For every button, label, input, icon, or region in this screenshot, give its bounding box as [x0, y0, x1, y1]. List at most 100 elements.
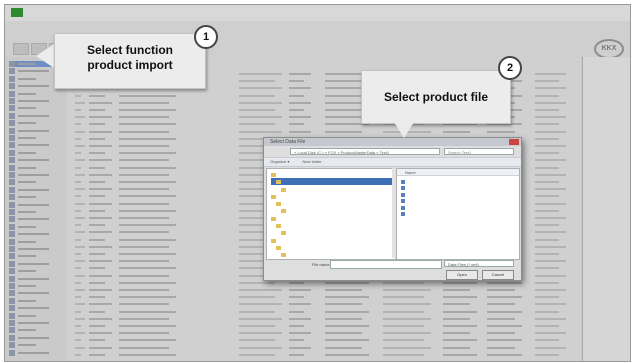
- function-tree-item[interactable]: [9, 305, 63, 312]
- folder-tree-item[interactable]: [271, 251, 401, 258]
- function-tree-item[interactable]: [9, 194, 63, 201]
- function-tree-item[interactable]: [9, 209, 63, 215]
- function-tree-item[interactable]: [9, 246, 63, 252]
- function-icon: [9, 283, 15, 289]
- table-row[interactable]: [67, 309, 581, 316]
- file-list-item[interactable]: [401, 179, 517, 185]
- folder-tree-item[interactable]: [271, 237, 391, 244]
- function-tree-item[interactable]: [9, 179, 63, 186]
- function-icon: [9, 238, 15, 245]
- file-type-select[interactable]: Data Files (*.xml): [444, 260, 514, 267]
- address-bar[interactable]: » Local Disk (C:) » FOX » ProductMasterD…: [290, 148, 440, 155]
- function-tree-item[interactable]: [9, 105, 63, 112]
- function-tree-item[interactable]: [9, 164, 63, 171]
- function-icon: [9, 83, 15, 90]
- function-tree-item[interactable]: [9, 275, 63, 282]
- folder-tree-item[interactable]: [271, 244, 396, 251]
- function-icon: [9, 194, 15, 201]
- function-tree-item[interactable]: [9, 201, 63, 208]
- function-tree-item[interactable]: [9, 327, 63, 334]
- folder-icon: [271, 216, 276, 221]
- table-row[interactable]: [67, 352, 581, 359]
- table-row[interactable]: [67, 129, 581, 136]
- folder-icon: [281, 209, 286, 214]
- function-tree-item[interactable]: [9, 98, 63, 104]
- folder-tree: [266, 168, 396, 260]
- search-input[interactable]: Search Test1: [444, 148, 514, 155]
- file-open-dialog: Select Data File » Local Disk (C:) » FOX…: [263, 137, 522, 281]
- function-tree-item[interactable]: [9, 334, 63, 341]
- function-tree-item[interactable]: [9, 112, 63, 119]
- folder-tree-item[interactable]: [271, 222, 396, 229]
- function-tree-item[interactable]: [9, 268, 63, 275]
- function-tree-item[interactable]: [9, 142, 63, 149]
- cancel-button[interactable]: Cancel: [482, 270, 514, 280]
- folder-tree-item[interactable]: [271, 200, 396, 207]
- function-icon: [9, 157, 15, 164]
- file-list-item[interactable]: [401, 205, 517, 211]
- folder-tree-item[interactable]: [271, 208, 401, 215]
- file-list-item[interactable]: [401, 199, 517, 205]
- table-row[interactable]: [67, 330, 581, 337]
- folder-tree-item[interactable]: [271, 178, 396, 186]
- function-icon: [9, 179, 15, 186]
- function-icon: [9, 297, 15, 304]
- function-tree-item[interactable]: [9, 349, 63, 356]
- file-name-input[interactable]: [330, 260, 442, 269]
- function-tree-item[interactable]: [9, 342, 63, 349]
- function-tree-item[interactable]: [9, 231, 63, 238]
- function-tree-item[interactable]: [9, 238, 63, 245]
- function-icon: [9, 290, 15, 297]
- function-tree-item[interactable]: [9, 290, 63, 297]
- new-folder-button[interactable]: New folder: [302, 159, 321, 164]
- function-icon: [9, 342, 15, 349]
- menu-item[interactable]: [13, 29, 43, 39]
- folder-tree-item[interactable]: [271, 171, 391, 178]
- function-tree-item[interactable]: [9, 253, 63, 260]
- file-list-item[interactable]: [401, 192, 517, 198]
- function-tree-item[interactable]: [9, 157, 63, 164]
- table-row[interactable]: [67, 323, 581, 330]
- function-tree-item[interactable]: [9, 127, 63, 134]
- table-row[interactable]: [67, 301, 581, 308]
- function-tree-item[interactable]: [9, 260, 63, 267]
- folder-tree-item[interactable]: [271, 215, 391, 222]
- dialog-close-button[interactable]: [509, 139, 519, 145]
- table-row[interactable]: [67, 337, 581, 344]
- folder-icon: [276, 224, 281, 229]
- organize-button[interactable]: Organize ▾: [270, 159, 289, 164]
- files-column-header[interactable]: Name: [397, 169, 519, 176]
- table-row[interactable]: [67, 345, 581, 352]
- table-row[interactable]: [67, 316, 581, 323]
- function-tree-item[interactable]: [9, 216, 63, 223]
- function-tree-item[interactable]: [9, 90, 63, 97]
- dialog-toolbar: Organize ▾ New folder: [264, 157, 521, 167]
- function-icon: [9, 253, 15, 260]
- file-list-item[interactable]: [401, 186, 517, 192]
- function-tree-item[interactable]: [9, 172, 63, 178]
- function-tree-item[interactable]: [9, 186, 63, 193]
- function-icon: [9, 98, 15, 104]
- table-row[interactable]: [67, 294, 581, 301]
- function-tree-item[interactable]: [9, 149, 63, 156]
- function-tree-item[interactable]: [9, 135, 63, 141]
- function-tree-item[interactable]: [9, 120, 63, 127]
- table-row[interactable]: [67, 287, 581, 294]
- function-tree-item[interactable]: [9, 312, 63, 319]
- function-tree-item[interactable]: [9, 297, 63, 304]
- callout-1-line-1: Select function: [86, 43, 173, 57]
- folder-tree-item[interactable]: [271, 193, 391, 200]
- file-icon: [401, 192, 405, 197]
- function-tree-item[interactable]: [9, 223, 63, 230]
- open-button[interactable]: Open: [446, 270, 478, 280]
- function-tree-item[interactable]: [9, 320, 63, 326]
- file-list-item[interactable]: [401, 212, 517, 218]
- callout-1-pointer: [36, 44, 54, 68]
- toolbar-button[interactable]: [13, 43, 29, 55]
- file-icon: [401, 179, 405, 184]
- callout-select-function: Select function product import: [54, 33, 206, 89]
- folder-icon: [271, 194, 276, 199]
- folder-tree-item[interactable]: [271, 229, 401, 236]
- function-tree-item[interactable]: [9, 283, 63, 289]
- folder-tree-item[interactable]: [271, 186, 401, 193]
